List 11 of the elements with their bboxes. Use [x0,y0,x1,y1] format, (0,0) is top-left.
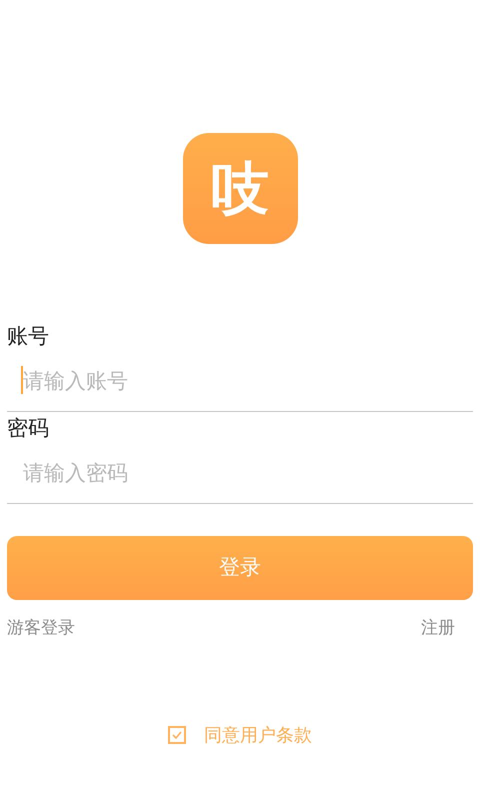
field-label: 密码 [7,415,50,442]
agreement-checkbox[interactable] [168,726,186,744]
input-field[interactable]: 请输入账号 [7,350,473,412]
field-label: 账号 [7,323,50,350]
login-button[interactable]: 登录 [7,536,473,600]
check-icon [172,731,182,739]
app-logo: 吱 [182,133,298,244]
guest-login-link[interactable]: 游客登录 [7,616,75,642]
agreement-label: 同意用户条款 [204,724,312,748]
register-link[interactable]: 注册 [421,616,455,642]
input-field[interactable]: 请输入密码 [7,442,473,504]
